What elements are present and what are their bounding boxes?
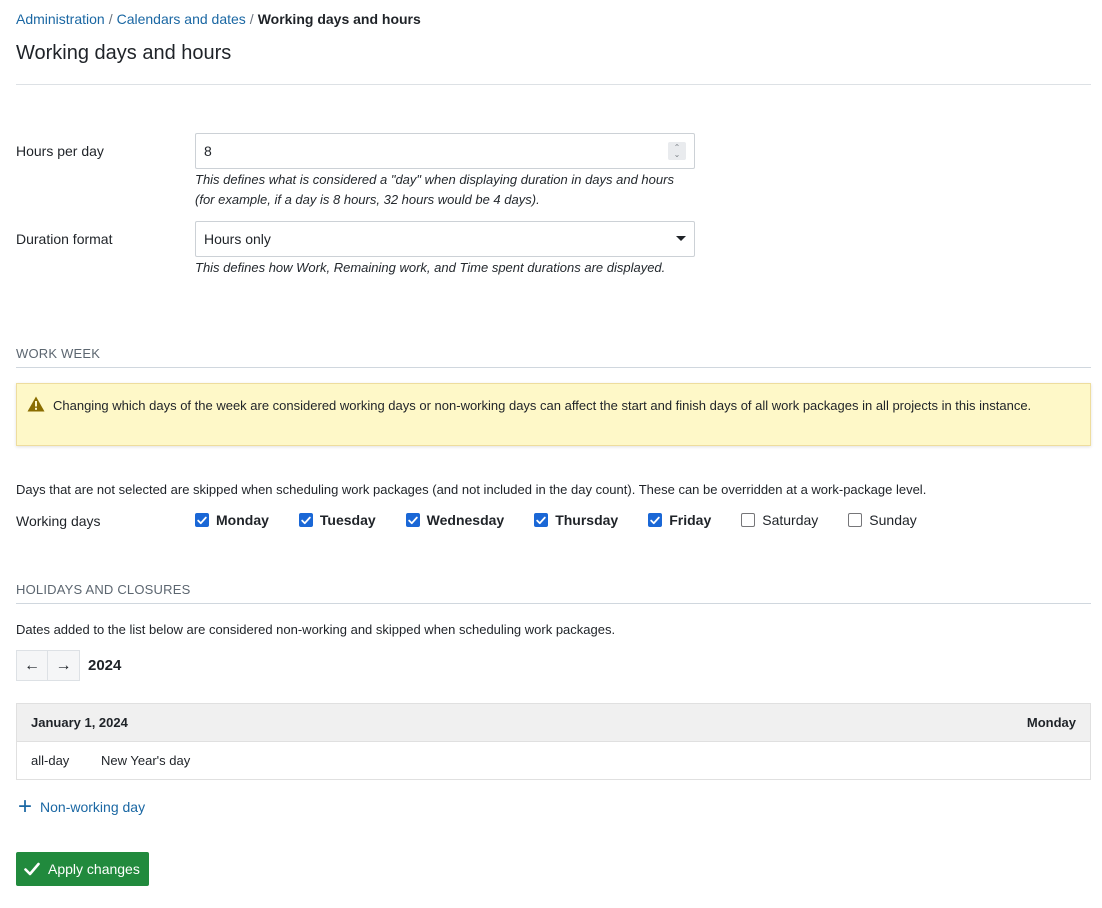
current-year: 2024 — [88, 657, 122, 674]
duration-format-label: Duration format — [16, 231, 113, 247]
check-icon — [301, 516, 311, 524]
hours-per-day-label: Hours per day — [16, 143, 104, 159]
working-day-label: Saturday — [762, 512, 819, 528]
working-days-label: Working days — [16, 513, 101, 529]
apply-changes-label: Apply changes — [48, 861, 140, 877]
work-week-description: Days that are not selected are skipped w… — [16, 482, 927, 497]
breadcrumb-calendars-and-dates[interactable]: Calendars and dates — [117, 11, 246, 27]
number-spinner[interactable]: ⌃ ⌄ — [668, 142, 686, 160]
holiday-time: all-day — [31, 753, 70, 768]
holiday-date-header: January 1, 2024 Monday — [17, 704, 1090, 742]
warning-icon — [27, 396, 45, 412]
working-day-label: Sunday — [869, 512, 917, 528]
duration-format-select[interactable]: Hours only — [195, 221, 695, 257]
checkbox-monday[interactable] — [195, 513, 209, 527]
checkbox-sunday[interactable] — [848, 513, 863, 527]
breadcrumb-current: Working days and hours — [257, 11, 421, 27]
hours-per-day-value: 8 — [204, 143, 212, 159]
check-icon — [536, 516, 546, 524]
holiday-list: January 1, 2024 Monday all-day New Year'… — [16, 703, 1091, 780]
working-day-wednesday[interactable]: Wednesday — [405, 512, 505, 528]
checkbox-wednesday[interactable] — [405, 513, 420, 527]
working-day-sunday[interactable]: Sunday — [848, 512, 917, 528]
add-non-working-day-label: Non-working day — [40, 799, 146, 815]
previous-year-button[interactable]: ← — [16, 650, 48, 681]
page-title: Working days and hours — [16, 42, 232, 64]
checkbox-saturday[interactable] — [741, 513, 756, 527]
working-day-label: Thursday — [555, 512, 619, 528]
work-week-heading: WORK WEEK — [16, 346, 1091, 368]
checkmark-icon — [24, 862, 40, 876]
working-day-label: Wednesday — [426, 512, 505, 528]
apply-changes-button[interactable]: Apply changes — [16, 852, 149, 886]
holidays-description: Dates added to the list below are consid… — [16, 622, 616, 637]
working-day-tuesday[interactable]: Tuesday — [298, 512, 376, 528]
working-day-monday[interactable]: Monday — [195, 512, 269, 528]
hours-per-day-help: This defines what is considered a "day" … — [195, 172, 674, 207]
working-day-saturday[interactable]: Saturday — [741, 512, 818, 528]
holiday-name: New Year's day — [101, 753, 191, 768]
caret-down-icon — [676, 236, 686, 241]
duration-format-value: Hours only — [204, 231, 271, 247]
breadcrumb-separator: / — [249, 11, 254, 27]
holiday-entry[interactable]: all-day New Year's day — [17, 742, 1090, 779]
arrow-left-icon: ← — [24, 656, 40, 674]
working-day-label: Friday — [669, 512, 712, 528]
check-icon — [197, 516, 207, 524]
working-day-label: Tuesday — [319, 512, 376, 528]
title-divider — [16, 84, 1091, 85]
check-icon — [650, 516, 660, 524]
year-navigation: ← → 2024 — [16, 650, 121, 681]
hours-per-day-input[interactable]: 8 ⌃ ⌄ — [195, 133, 695, 169]
breadcrumb-administration[interactable]: Administration — [16, 11, 105, 27]
holiday-date: January 1, 2024 — [31, 715, 128, 730]
breadcrumb: Administration / Calendars and dates / Worki… — [16, 11, 421, 27]
warning-banner: Changing which days of the week are cons… — [16, 383, 1091, 446]
duration-format-help: This defines how Work, Remaining work, a… — [195, 260, 666, 275]
next-year-button[interactable]: → — [48, 650, 80, 681]
spinner-down-icon[interactable]: ⌄ — [674, 151, 681, 159]
working-day-thursday[interactable]: Thursday — [534, 512, 618, 528]
check-icon — [407, 516, 418, 524]
checkbox-thursday[interactable] — [534, 513, 549, 527]
holiday-weekday: Monday — [1026, 715, 1076, 730]
checkbox-friday[interactable] — [648, 513, 663, 527]
holidays-heading: HOLIDAYS AND CLOSURES — [16, 582, 1091, 604]
warning-text: Changing which days of the week are cons… — [53, 398, 1032, 413]
arrow-right-icon: → — [55, 656, 72, 674]
working-day-label: Monday — [216, 512, 269, 528]
plus-icon: + — [18, 793, 33, 820]
checkbox-tuesday[interactable] — [298, 513, 313, 527]
breadcrumb-separator: / — [108, 11, 113, 27]
working-days-group: Monday Tuesday Wednesday Thursday Friday Satu… — [195, 512, 947, 528]
working-day-friday[interactable]: Friday — [648, 512, 711, 528]
add-non-working-day-link[interactable]: + Non-working day — [18, 793, 146, 820]
